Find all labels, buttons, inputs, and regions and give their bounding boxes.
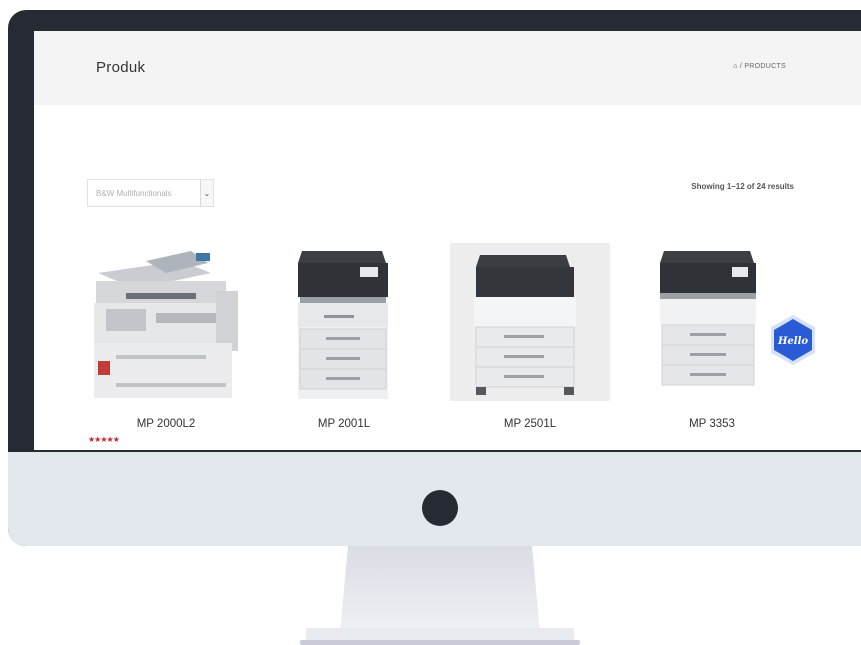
breadcrumb: ⌂ / PRODUCTS [733, 63, 786, 70]
product-image[interactable] [450, 243, 610, 401]
chevron-down-icon[interactable]: ⌄ [200, 180, 213, 206]
product-name[interactable]: MP 2000L2 [86, 418, 246, 430]
monitor-stand-shadow [300, 640, 580, 645]
monitor-logo-dot [422, 490, 458, 526]
product-card[interactable]: MP 2000L2 [86, 243, 246, 430]
rating-stars: ★★★★★ [88, 435, 120, 444]
product-card[interactable]: MP 2001L [264, 243, 424, 430]
page-title: Produk [96, 59, 146, 76]
chat-widget-button[interactable]: Hello [765, 312, 821, 368]
screen: Produk ⌂ / PRODUCTS B&W Multifunctionals… [34, 31, 861, 450]
chat-widget-label: Hello [777, 336, 808, 347]
breadcrumb-current: / PRODUCTS [739, 63, 786, 70]
product-image[interactable] [264, 243, 424, 401]
category-select[interactable]: B&W Multifunctionals ⌄ [87, 179, 214, 207]
result-count: Showing 1–12 of 24 results [691, 182, 794, 191]
page-header: Produk ⌂ / PRODUCTS [34, 31, 861, 105]
product-image[interactable] [86, 243, 246, 401]
product-name[interactable]: MP 2501L [450, 418, 610, 430]
product-name[interactable]: MP 2001L [264, 418, 424, 430]
product-card[interactable]: MP 2501L [450, 243, 610, 430]
category-select-value: B&W Multifunctionals [96, 189, 172, 198]
home-icon[interactable]: ⌂ [733, 63, 738, 70]
monitor-stand [340, 546, 540, 632]
product-name[interactable]: MP 3353 [632, 418, 792, 430]
